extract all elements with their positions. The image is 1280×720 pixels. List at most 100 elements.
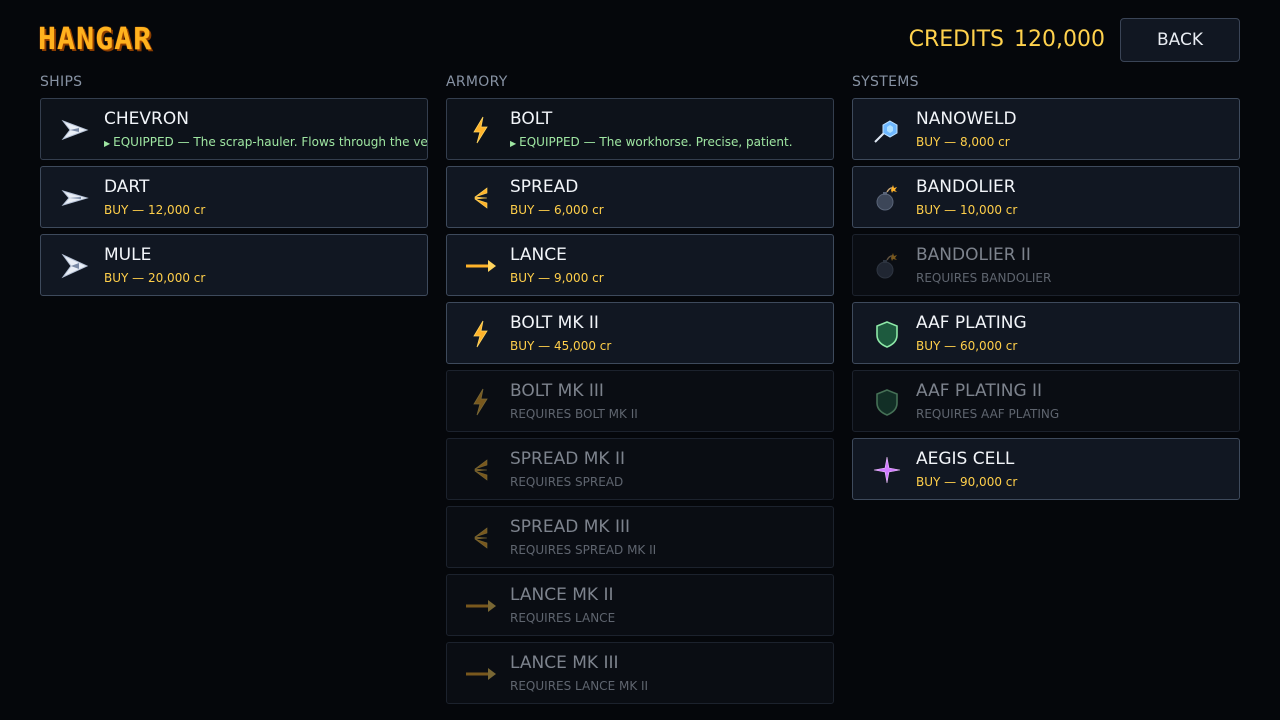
lance-icon [465,250,497,282]
credits-display: CREDITS 120,000 [909,27,1105,53]
item-name: BANDOLIER [916,177,1016,197]
item-status: BUY — 90,000 cr [916,475,1017,489]
item-status: REQUIRES BANDOLIER [916,271,1051,285]
item-status-text: EQUIPPED — The scrap-hauler. Flows throu… [113,135,428,149]
bolt-icon [465,386,497,418]
spread-icon [465,454,497,486]
page-title: HANGAR [38,22,153,57]
item-status-text: BUY — 8,000 cr [916,135,1010,149]
item-status-text: BUY — 45,000 cr [510,339,612,353]
item-status: ▶ EQUIPPED — The scrap-hauler. Flows thro… [104,135,428,151]
credits-label: CREDITS [908,27,1005,52]
armory-item-bolt-mk-ii[interactable]: BOLT MK II BUY — 45,000 cr [446,302,834,364]
item-name: LANCE MK II [510,585,614,605]
systems-item-aaf-plating-ii: AAF PLATING II REQUIRES AAF PLATING [852,370,1240,432]
item-name: BOLT [510,109,553,129]
mule-ship-icon [59,250,91,282]
item-status-text: BUY — 9,000 cr [510,271,604,285]
item-name: SPREAD MK II [510,449,625,469]
ships-item-mule[interactable]: MULE BUY — 20,000 cr [40,234,428,296]
item-status-text: REQUIRES BOLT MK II [510,407,638,421]
bomb-icon [871,250,903,282]
back-button[interactable]: BACK [1120,18,1240,62]
item-status: BUY — 60,000 cr [916,339,1017,353]
item-status: BUY — 10,000 cr [916,203,1017,217]
item-status: REQUIRES LANCE MK II [510,679,648,693]
ships-column: SHIPS CHEVRON ▶ EQUIPPED — The scrap-haule… [40,74,428,302]
item-status-text: BUY — 60,000 cr [916,339,1018,353]
item-status-text: BUY — 10,000 cr [916,203,1018,217]
item-status: REQUIRES LANCE [510,611,615,625]
item-name: CHEVRON [104,109,189,129]
spread-icon [465,522,497,554]
chevron-ship-icon [59,114,91,146]
armory-list: BOLT ▶ EQUIPPED — The workhorse. Precise, … [446,98,834,704]
systems-item-bandolier-ii: BANDOLIER II REQUIRES BANDOLIER [852,234,1240,296]
ships-heading: SHIPS [40,74,83,90]
item-name: NANOWELD [916,109,1017,129]
item-status: REQUIRES AAF PLATING [916,407,1059,421]
systems-column: SYSTEMS NANOWELD BUY — 8,000 cr BANDOLIER B… [852,74,1240,506]
item-status-text: BUY — 90,000 cr [916,475,1018,489]
item-status-text: REQUIRES BANDOLIER [916,271,1052,285]
ships-list: CHEVRON ▶ EQUIPPED — The scrap-hauler. Flo… [40,98,428,296]
armory-item-bolt[interactable]: BOLT ▶ EQUIPPED — The workhorse. Precise, … [446,98,834,160]
systems-heading: SYSTEMS [852,74,919,90]
item-name: BOLT MK II [510,313,599,333]
dart-ship-icon [59,182,91,214]
credits-value: 120,000 [1014,27,1105,52]
lance-icon [465,590,497,622]
item-name: MULE [104,245,152,265]
item-name: AAF PLATING II [916,381,1043,401]
shield-icon [871,318,903,350]
systems-item-aegis-cell[interactable]: AEGIS CELL BUY — 90,000 cr [852,438,1240,500]
item-status-text: BUY — 6,000 cr [510,203,604,217]
bolt-icon [465,318,497,350]
item-status: ▶ EQUIPPED — The workhorse. Precise, pati… [510,135,793,151]
item-name: BANDOLIER II [916,245,1031,265]
systems-list: NANOWELD BUY — 8,000 cr BANDOLIER BUY — 10,… [852,98,1240,500]
lance-icon [465,658,497,690]
armory-item-lance-mk-iii: LANCE MK III REQUIRES LANCE MK II [446,642,834,704]
armory-column: ARMORY BOLT ▶ EQUIPPED — The workhorse. Pr… [446,74,834,710]
item-status-text: REQUIRES LANCE [510,611,616,625]
item-name: AAF PLATING [916,313,1027,333]
equipped-marker-icon: ▶ [510,139,517,148]
ships-item-dart[interactable]: DART BUY — 12,000 cr [40,166,428,228]
item-name: LANCE MK III [510,653,619,673]
sparkle-icon [871,454,903,486]
item-status-text: REQUIRES LANCE MK II [510,679,649,693]
item-status-text: EQUIPPED — The workhorse. Precise, patie… [519,135,793,149]
item-status: BUY — 45,000 cr [510,339,611,353]
armory-heading: ARMORY [446,74,508,90]
item-status-text: REQUIRES SPREAD MK II [510,543,657,557]
armory-item-spread-mk-iii: SPREAD MK III REQUIRES SPREAD MK II [446,506,834,568]
systems-item-nanoweld[interactable]: NANOWELD BUY — 8,000 cr [852,98,1240,160]
ships-item-chevron[interactable]: CHEVRON ▶ EQUIPPED — The scrap-hauler. Flo… [40,98,428,160]
armory-item-spread[interactable]: SPREAD BUY — 6,000 cr [446,166,834,228]
item-status-text: BUY — 12,000 cr [104,203,206,217]
item-name: LANCE [510,245,567,265]
item-status-text: REQUIRES SPREAD [510,475,624,489]
item-status-text: BUY — 20,000 cr [104,271,206,285]
item-name: BOLT MK III [510,381,604,401]
armory-item-lance[interactable]: LANCE BUY — 9,000 cr [446,234,834,296]
item-status: BUY — 8,000 cr [916,135,1010,149]
item-status: BUY — 20,000 cr [104,271,205,285]
spread-icon [465,182,497,214]
armory-item-spread-mk-ii: SPREAD MK II REQUIRES SPREAD [446,438,834,500]
item-status: BUY — 9,000 cr [510,271,604,285]
item-name: SPREAD MK III [510,517,630,537]
item-status: REQUIRES SPREAD [510,475,623,489]
systems-item-bandolier[interactable]: BANDOLIER BUY — 10,000 cr [852,166,1240,228]
shield-icon [871,386,903,418]
systems-item-aaf-plating[interactable]: AAF PLATING BUY — 60,000 cr [852,302,1240,364]
equipped-marker-icon: ▶ [104,139,111,148]
item-name: DART [104,177,150,197]
armory-item-bolt-mk-iii: BOLT MK III REQUIRES BOLT MK II [446,370,834,432]
item-status-text: REQUIRES AAF PLATING [916,407,1060,421]
nanoweld-icon [871,114,903,146]
item-status: BUY — 6,000 cr [510,203,604,217]
item-status: REQUIRES SPREAD MK II [510,543,656,557]
item-name: AEGIS CELL [916,449,1015,469]
